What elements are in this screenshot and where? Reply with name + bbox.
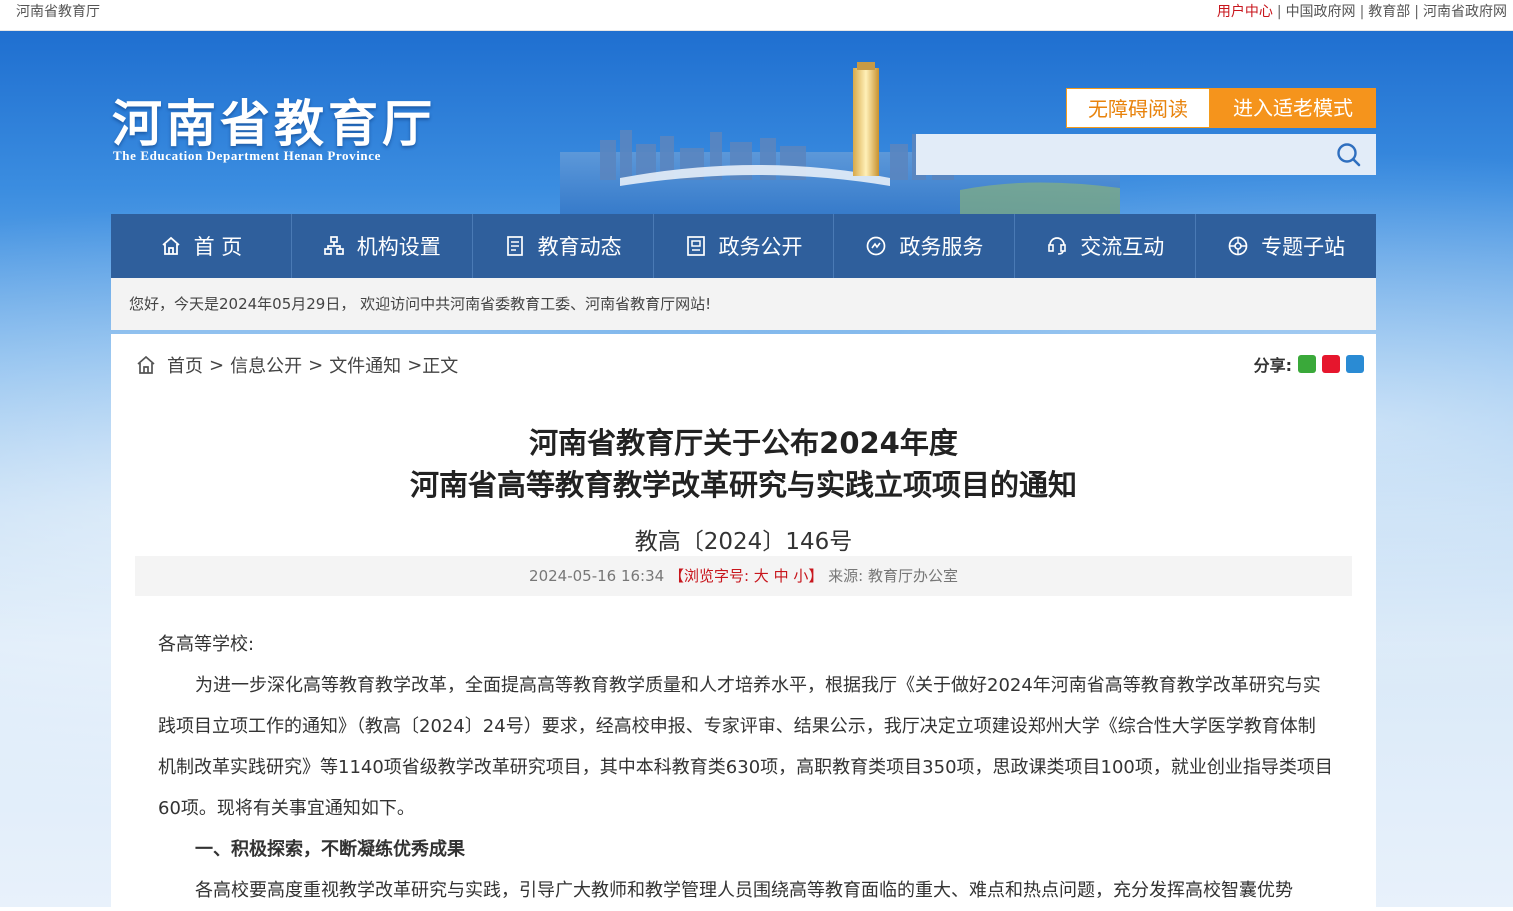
accessibility-reading-button[interactable]: 无障碍阅读 <box>1066 88 1210 128</box>
share-bar: 分享: <box>1254 352 1364 376</box>
nav-item-service[interactable]: 政务服务 <box>834 214 1016 278</box>
nav-item-label: 政务公开 <box>718 235 803 259</box>
gov-link[interactable]: 中国政府网 <box>1286 4 1356 20</box>
article-source: 来源: 教育厅办公室 <box>828 567 958 585</box>
weibo-icon[interactable] <box>1322 355 1340 373</box>
org-icon <box>323 236 344 255</box>
section-heading: 一、积极探索，不断凝练优秀成果 <box>195 839 465 860</box>
service-icon <box>867 236 886 256</box>
document-number: 教高〔2024〕146号 <box>634 529 853 555</box>
site-logo-title[interactable]: 河南省教育厅 <box>112 84 436 156</box>
font-size-switcher[interactable]: 【浏览字号: 大 中 小】 <box>669 567 823 585</box>
moe-link[interactable]: 教育部 <box>1368 4 1410 20</box>
article-title-line2: 河南省高等教育教学改革研究与实践立项项目的通知 <box>409 468 1077 502</box>
salutation: 各高等学校: <box>158 634 255 655</box>
link-separator: | <box>1414 4 1419 20</box>
breadcrumb: 首页 > 信息公开 > 文件通知 > 正文 <box>135 352 458 378</box>
wechat-icon[interactable] <box>1298 355 1316 373</box>
site-name: 河南省教育厅 <box>16 4 100 20</box>
topic-icon <box>1228 236 1248 256</box>
link-separator: | <box>1276 4 1282 20</box>
public-icon <box>686 236 705 256</box>
nav-item-public[interactable]: 政务公开 <box>654 214 835 278</box>
paragraph: 为进一步深化高等教育教学改革，全面提高高等教育教学质量和人才培养水平，根据我厅《… <box>158 675 1333 819</box>
breadcrumb-current: 正文 <box>422 356 459 377</box>
breadcrumb-home[interactable]: 首页 <box>167 352 203 378</box>
breadcrumb-separator: > <box>308 354 324 376</box>
user-center-link[interactable]: 用户中心 <box>1217 4 1273 20</box>
article-body: 各高等学校: 为进一步深化高等教育教学改革，全面提高高等教育教学质量和人才培养水… <box>158 624 1333 911</box>
main-nav: 首 页 机构设置 教育动态 政务公开 政务服务 交流互动 专题子站 <box>111 214 1376 278</box>
search-input[interactable] <box>916 134 1326 175</box>
nav-item-interact[interactable]: 交流互动 <box>1015 214 1197 278</box>
qq-icon[interactable] <box>1346 355 1364 373</box>
nav-item-label: 交流互动 <box>1080 235 1165 259</box>
news-icon <box>506 236 523 256</box>
search-icon[interactable] <box>1336 142 1362 168</box>
site-logo-subtitle: The Education Department Henan Province <box>113 148 381 163</box>
publish-date: 2024-05-16 16:34 <box>529 567 665 585</box>
search-box <box>916 134 1376 175</box>
breadcrumb-separator: > <box>407 354 423 376</box>
home-icon[interactable] <box>135 354 157 376</box>
article-title: 河南省教育厅关于公布2024年度 河南省高等教育教学改革研究与实践立项项目的通知 <box>111 422 1376 506</box>
breadcrumb-file-notice[interactable]: 文件通知 <box>329 352 401 378</box>
breadcrumb-info-public[interactable]: 信息公开 <box>230 352 302 378</box>
nav-item-topic[interactable]: 专题子站 <box>1196 214 1376 278</box>
henan-gov-link[interactable]: 河南省政府网 <box>1423 4 1507 20</box>
nav-item-label: 首 页 <box>193 235 243 259</box>
top-utility-bar: 河南省教育厅 用户中心 | 中国政府网 | 教育部 | 河南省政府网 <box>0 0 1513 31</box>
nav-item-home[interactable]: 首 页 <box>111 214 292 278</box>
article-content: 首页 > 信息公开 > 文件通知 > 正文 分享: 河南省教育厅关于公布2024… <box>111 334 1376 907</box>
interact-icon <box>1048 237 1067 255</box>
welcome-message: 您好，今天是2024年05月29日， 欢迎访问中共河南省委教育工委、河南省教育厅… <box>111 278 1376 330</box>
nav-item-org[interactable]: 机构设置 <box>292 214 473 278</box>
nav-item-label: 机构设置 <box>356 235 441 259</box>
home-icon <box>161 236 180 255</box>
paragraph: 各高校要高度重视教学改革研究与实践，引导广大教师和教学管理人员围绕高等教育面临的… <box>195 880 1293 901</box>
top-links: 用户中心 | 中国政府网 | 教育部 | 河南省政府网 <box>1217 0 1507 24</box>
nav-item-label: 专题子站 <box>1261 235 1346 259</box>
article-title-line1: 河南省教育厅关于公布2024年度 <box>529 426 958 460</box>
nav-item-news[interactable]: 教育动态 <box>473 214 654 278</box>
share-label: 分享: <box>1253 356 1292 375</box>
nav-item-label: 教育动态 <box>537 235 622 259</box>
article-meta: 2024-05-16 16:34 【浏览字号: 大 中 小】 来源: 教育厅办公… <box>135 556 1352 596</box>
elder-mode-button[interactable]: 进入适老模式 <box>1210 88 1376 128</box>
link-separator: | <box>1359 4 1365 20</box>
nav-item-label: 政务服务 <box>899 235 984 259</box>
breadcrumb-separator: > <box>209 354 225 376</box>
